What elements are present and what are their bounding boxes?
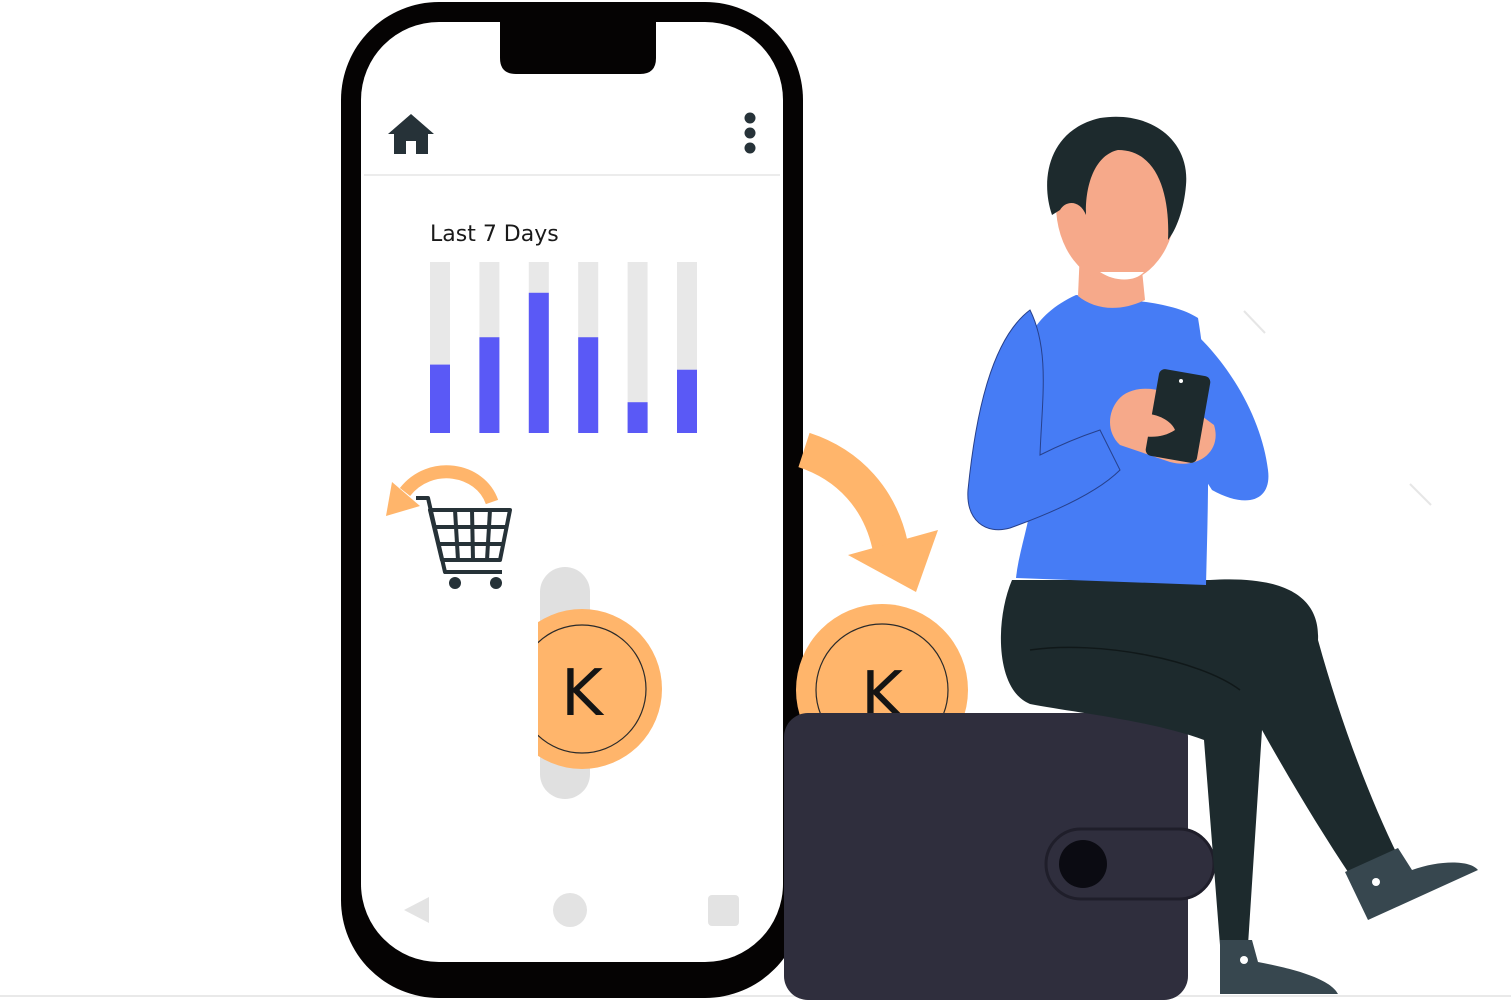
- phone-screen: [361, 22, 783, 962]
- curved-arrow-icon: [797, 432, 938, 592]
- phone-notch: [500, 22, 656, 74]
- coin-letter: K: [561, 657, 605, 731]
- recents-square-icon[interactable]: [708, 895, 739, 926]
- shoe-eyelet: [1372, 878, 1380, 886]
- phone-camera: [1179, 379, 1183, 383]
- phone: Last 7 Days K: [341, 2, 803, 998]
- bar: [528, 292, 549, 433]
- home-circle-icon[interactable]: [553, 893, 587, 927]
- chart-title: Last 7 Days: [430, 222, 559, 247]
- more-vertical-icon[interactable]: [744, 112, 756, 154]
- illustration-canvas: Last 7 Days K K: [0, 2, 1511, 1000]
- bar: [430, 364, 450, 433]
- bar: [677, 369, 697, 433]
- decor-stroke: [1409, 483, 1432, 506]
- decor-stroke: [1243, 310, 1266, 334]
- shoe-eyelet: [1240, 956, 1248, 964]
- bar: [479, 337, 500, 433]
- bar: [578, 337, 599, 433]
- wallet-icon: [784, 713, 1216, 1000]
- bar: [627, 402, 648, 433]
- shoe-left: [1220, 940, 1338, 994]
